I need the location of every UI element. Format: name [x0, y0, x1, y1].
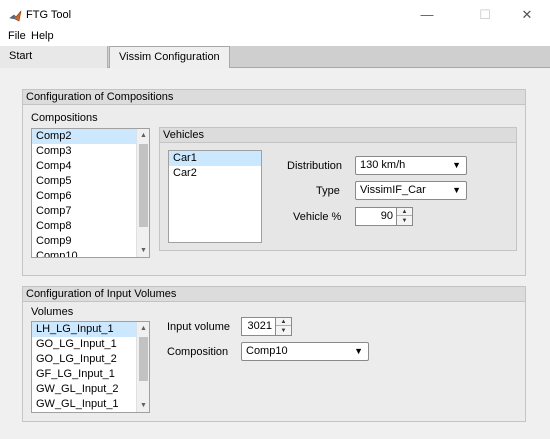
vehicles-listbox[interactable]: Car1 Car2 [168, 150, 262, 243]
vehicle-pct-label: Vehicle % [293, 211, 342, 223]
list-item[interactable]: Comp2 [32, 129, 149, 144]
triangle-down-icon: ▼ [354, 346, 363, 356]
title-bar: FTG Tool — ☐ ✕ [0, 0, 550, 30]
compositions-listbox[interactable]: Comp2 Comp3 Comp4 Comp5 Comp6 Comp7 Comp… [31, 128, 150, 258]
volumes-scrollbar[interactable]: ▲ ▼ [136, 322, 149, 412]
list-item[interactable]: Car1 [169, 151, 261, 166]
list-item[interactable]: Comp9 [32, 234, 149, 249]
compositions-scrollbar[interactable]: ▲ ▼ [136, 129, 149, 257]
input-volume-field[interactable]: 3021 [241, 317, 276, 336]
list-item[interactable]: GO_LG_Input_2 [32, 352, 149, 367]
list-item[interactable]: Comp4 [32, 159, 149, 174]
close-button[interactable]: ✕ [504, 0, 550, 30]
list-item[interactable]: GW_GL_Input_1 [32, 397, 149, 412]
list-item[interactable]: Comp7 [32, 204, 149, 219]
maximize-button[interactable]: ☐ [462, 0, 508, 30]
type-value: VissimIF_Car [360, 184, 426, 196]
distribution-value: 130 km/h [360, 159, 406, 171]
menu-file[interactable]: File [8, 30, 26, 43]
composition-value: Comp10 [246, 345, 288, 357]
list-item[interactable]: Comp8 [32, 219, 149, 234]
scroll-down-icon[interactable]: ▼ [137, 244, 149, 257]
distribution-dropdown[interactable]: 130 km/h ▼ [355, 156, 467, 175]
vehicles-panel: Vehicles Car1 Car2 Distribution 130 km/h… [159, 127, 517, 251]
triangle-down-icon: ▼ [452, 160, 461, 170]
vehicles-panel-title: Vehicles [160, 128, 516, 143]
compositions-panel-title: Configuration of Compositions [23, 90, 525, 105]
list-item[interactable]: LH_LG_Input_1 [32, 322, 149, 337]
spin-down-icon[interactable]: ▼ [397, 217, 412, 225]
vehicle-pct-field[interactable]: 90 [355, 207, 397, 226]
volumes-panel-title: Configuration of Input Volumes [23, 287, 525, 302]
tab-content: Configuration of Compositions Compositio… [0, 68, 550, 439]
compositions-label: Compositions [31, 112, 98, 124]
tab-strip: Start Configuration Vissim Configuration [0, 46, 550, 83]
scroll-up-icon[interactable]: ▲ [137, 322, 149, 335]
composition-label: Composition [167, 346, 229, 358]
spin-up-icon[interactable]: ▲ [276, 318, 291, 326]
list-item[interactable]: Comp10 [32, 249, 149, 257]
scrollbar-thumb[interactable] [139, 144, 148, 227]
input-volume-label: Input volume [167, 321, 230, 333]
menu-help[interactable]: Help [31, 30, 54, 43]
volumes-panel: Configuration of Input Volumes Volumes L… [22, 286, 526, 422]
list-item[interactable]: Comp6 [32, 189, 149, 204]
scroll-down-icon[interactable]: ▼ [137, 399, 149, 412]
compositions-panel: Configuration of Compositions Compositio… [22, 89, 526, 276]
list-item[interactable]: Car2 [169, 166, 261, 181]
scroll-up-icon[interactable]: ▲ [137, 129, 149, 142]
window-title: FTG Tool [26, 9, 72, 21]
list-item[interactable]: GO_LG_Input_1 [32, 337, 149, 352]
volumes-label: Volumes [31, 306, 74, 318]
scrollbar-thumb[interactable] [139, 337, 148, 381]
type-dropdown[interactable]: VissimIF_Car ▼ [355, 181, 467, 200]
list-item[interactable]: Comp5 [32, 174, 149, 189]
tab-vissim-configuration[interactable]: Vissim Configuration [109, 46, 230, 69]
input-volume-spinner[interactable]: ▲ ▼ [275, 317, 292, 336]
menu-bar: File Help [0, 30, 550, 46]
matlab-logo-icon [9, 10, 22, 22]
volumes-listbox[interactable]: LH_LG_Input_1 GO_LG_Input_1 GO_LG_Input_… [31, 321, 150, 413]
composition-dropdown[interactable]: Comp10 ▼ [241, 342, 369, 361]
vehicle-pct-spinner[interactable]: ▲ ▼ [396, 207, 413, 226]
spin-up-icon[interactable]: ▲ [397, 208, 412, 216]
type-label: Type [316, 185, 340, 197]
list-item[interactable]: Comp3 [32, 144, 149, 159]
spin-down-icon[interactable]: ▼ [276, 327, 291, 335]
distribution-label: Distribution [287, 160, 343, 172]
tab-start-configuration[interactable]: Start Configuration [0, 46, 108, 83]
triangle-down-icon: ▼ [452, 185, 461, 195]
list-item[interactable]: GF_LG_Input_1 [32, 367, 149, 382]
list-item[interactable]: GW_GL_Input_2 [32, 382, 149, 397]
minimize-button[interactable]: — [404, 0, 450, 30]
